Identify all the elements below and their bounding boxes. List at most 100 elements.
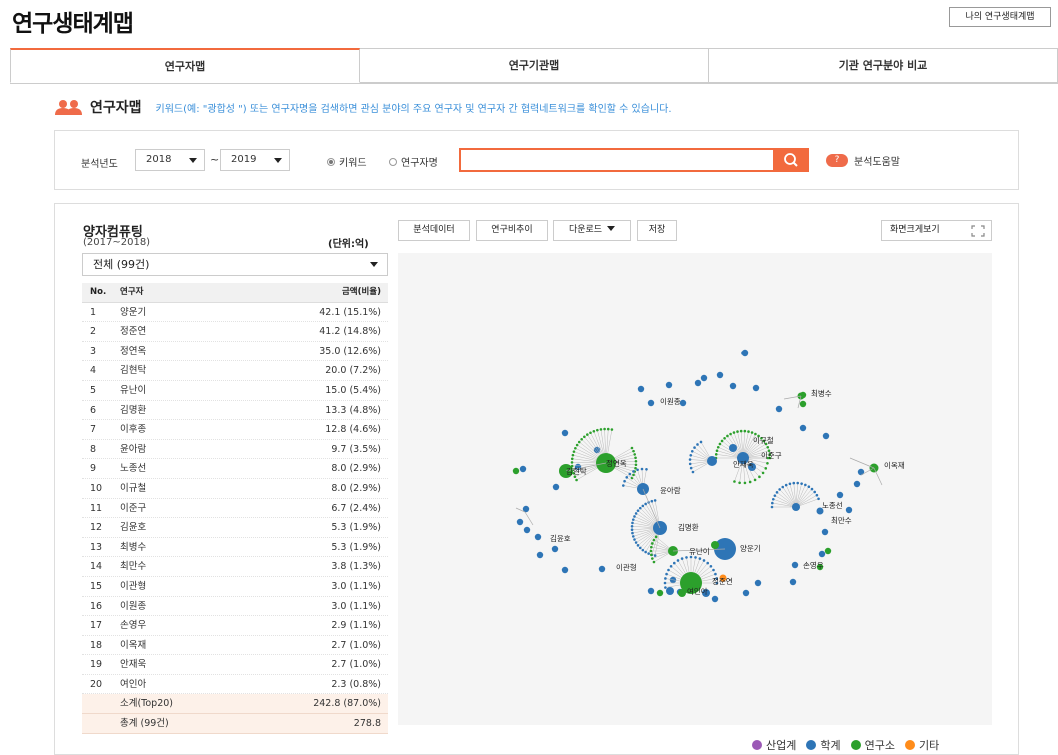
network-node bbox=[694, 556, 697, 559]
download-button[interactable]: 다운로드 bbox=[553, 220, 631, 241]
network-node bbox=[709, 564, 713, 568]
table-row[interactable]: 14 최만수 3.8 (1.3%) bbox=[82, 557, 388, 577]
search-button[interactable] bbox=[774, 148, 809, 172]
year-to-select[interactable]: 2019 bbox=[220, 149, 290, 171]
table-row[interactable]: 13 최병수 5.3 (1.9%) bbox=[82, 538, 388, 558]
table-row[interactable]: 15 이관형 3.0 (1.1%) bbox=[82, 577, 388, 597]
network-node bbox=[689, 454, 693, 457]
network-node bbox=[810, 487, 814, 491]
network-node bbox=[570, 461, 574, 464]
network-node bbox=[761, 471, 765, 475]
network-node bbox=[817, 497, 820, 501]
table-row[interactable]: 19 안재욱 2.7 (1.0%) bbox=[82, 655, 388, 675]
network-node bbox=[718, 442, 722, 446]
network-node bbox=[688, 458, 692, 461]
radio-researcher[interactable]: 연구자명 bbox=[389, 154, 438, 169]
tab-researcher-map[interactable]: 연구자맵 bbox=[10, 48, 360, 83]
radio-keyword[interactable]: 키워드 bbox=[327, 154, 367, 169]
total-value: 278.8 bbox=[353, 718, 381, 730]
table-row[interactable]: 6 김명환 13.3 (4.8%) bbox=[82, 401, 388, 421]
network-node bbox=[796, 481, 800, 485]
network-node bbox=[644, 550, 647, 554]
table-row[interactable]: 8 윤아람 9.7 (3.5%) bbox=[82, 440, 388, 460]
network-node bbox=[716, 371, 724, 379]
table-row[interactable]: 18 이옥재 2.7 (1.0%) bbox=[82, 636, 388, 656]
network-node bbox=[647, 399, 655, 407]
network-node-label: 윤아람 bbox=[660, 485, 681, 495]
network-node bbox=[716, 445, 720, 449]
cell-name: 안재욱 bbox=[120, 659, 147, 671]
trend-button[interactable]: 연구비추이 bbox=[476, 220, 548, 241]
cell-amount: 5.3 (1.9%) bbox=[331, 522, 381, 534]
network-node bbox=[720, 439, 724, 443]
network-node bbox=[636, 509, 640, 512]
network-node bbox=[630, 528, 634, 531]
save-button[interactable]: 저장 bbox=[637, 220, 677, 241]
table-row[interactable]: 5 유난이 15.0 (5.4%) bbox=[82, 381, 388, 401]
tab-institution-map[interactable]: 연구기관맵 bbox=[360, 48, 709, 83]
table-row[interactable]: 10 이규철 8.0 (2.9%) bbox=[82, 479, 388, 499]
cell-name: 이원종 bbox=[120, 600, 147, 612]
network-node bbox=[583, 435, 586, 439]
cell-name: 이후종 bbox=[120, 424, 147, 436]
legend-dot bbox=[905, 740, 915, 750]
cell-no: 17 bbox=[90, 620, 103, 632]
table-row[interactable]: 4 김현탁 20.0 (7.2%) bbox=[82, 361, 388, 381]
network-node bbox=[754, 579, 762, 587]
network-node bbox=[729, 444, 737, 452]
cell-no: 10 bbox=[90, 482, 103, 494]
network-node-label: 이규철 bbox=[753, 435, 774, 445]
network-node bbox=[753, 478, 757, 482]
cell-amount: 3.0 (1.1%) bbox=[331, 580, 381, 592]
analysis-data-button[interactable]: 분석데이터 bbox=[398, 220, 470, 241]
network-node bbox=[707, 456, 717, 466]
table-row[interactable]: 17 손영우 2.9 (1.1%) bbox=[82, 616, 388, 636]
network-node bbox=[575, 443, 579, 447]
network-node-label: 여인아 bbox=[687, 586, 708, 596]
subtotal-label: 소계(Top20) bbox=[120, 698, 174, 710]
network-node bbox=[650, 553, 653, 557]
network-node bbox=[678, 589, 686, 597]
table-row[interactable]: 9 노종선 8.0 (2.9%) bbox=[82, 459, 388, 479]
network-node bbox=[641, 504, 645, 508]
table-row[interactable]: 11 이준구 6.7 (2.4%) bbox=[82, 499, 388, 519]
table-row[interactable]: 3 정연옥 35.0 (12.6%) bbox=[82, 342, 388, 362]
fullscreen-button[interactable]: 화면크게보기 bbox=[881, 220, 992, 241]
network-node bbox=[650, 499, 654, 503]
filter-select[interactable]: 전체 (99건) bbox=[82, 253, 388, 276]
network-edge bbox=[849, 457, 875, 469]
table-row[interactable]: 7 이후종 12.8 (4.6%) bbox=[82, 420, 388, 440]
field-period: (2017~2018) bbox=[83, 237, 151, 248]
network-node bbox=[729, 432, 732, 436]
network-node bbox=[773, 494, 777, 497]
table-row[interactable]: 16 이원종 3.0 (1.1%) bbox=[82, 597, 388, 617]
network-node bbox=[636, 544, 640, 547]
network-node bbox=[821, 528, 829, 536]
table-row[interactable]: 1 양운기 42.1 (15.1%) bbox=[82, 303, 388, 323]
network-node bbox=[592, 429, 596, 433]
network-node bbox=[714, 572, 717, 576]
network-node bbox=[742, 589, 750, 597]
my-map-button[interactable]: 나의 연구생태계맵 bbox=[949, 7, 1051, 27]
network-node bbox=[632, 449, 635, 453]
search-icon bbox=[784, 153, 798, 167]
section-title: 연구자맵 bbox=[90, 100, 142, 116]
network-node bbox=[628, 472, 632, 476]
table-row[interactable]: 20 여인아 2.3 (0.8%) bbox=[82, 675, 388, 695]
legend-dot bbox=[850, 740, 861, 750]
network-node bbox=[813, 490, 816, 494]
network-node bbox=[631, 535, 635, 538]
analysis-help[interactable]: ? 분석도움말 bbox=[826, 153, 900, 168]
network-node bbox=[622, 484, 625, 487]
table-row[interactable]: 2 정준연 41.2 (14.8%) bbox=[82, 322, 388, 342]
year-from-select[interactable]: 2018 bbox=[135, 149, 205, 171]
network-node bbox=[523, 526, 531, 534]
network-node bbox=[680, 557, 684, 560]
table-row[interactable]: 12 김윤호 5.3 (1.9%) bbox=[82, 518, 388, 538]
network-node bbox=[512, 467, 520, 475]
tab-institution-compare[interactable]: 기관 연구분야 비교 bbox=[709, 48, 1058, 83]
cell-amount: 3.0 (1.1%) bbox=[331, 600, 381, 612]
network-edge bbox=[642, 488, 661, 529]
network-graph[interactable]: 이원종 최병수 이규철 이준구 안재욱 이옥재 정연옥 김현탁 윤아람 노종선 최만수 김명환 김윤호 유… bbox=[398, 253, 992, 725]
search-input[interactable] bbox=[459, 148, 775, 172]
